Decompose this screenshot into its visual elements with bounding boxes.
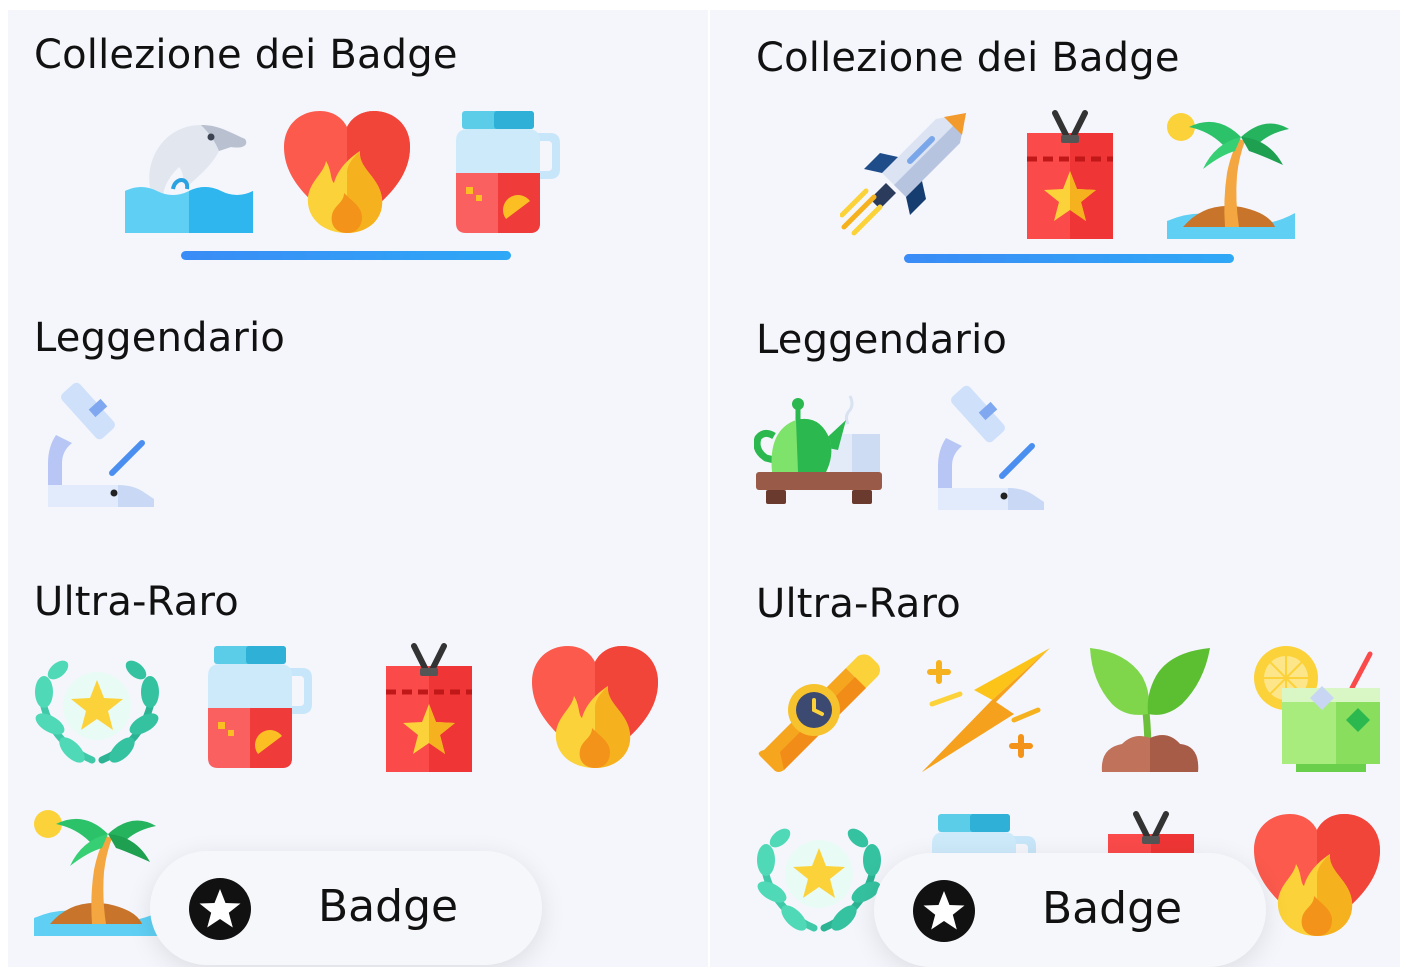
- microscope-icon[interactable]: [930, 380, 1060, 510]
- dolphin-icon[interactable]: [123, 107, 253, 237]
- teapot-icon[interactable]: [754, 380, 884, 510]
- laurel-star-icon[interactable]: [754, 810, 884, 940]
- watch-icon[interactable]: [754, 644, 884, 774]
- heart-flame-icon[interactable]: [282, 107, 412, 237]
- badge-nav-button[interactable]: Badge: [874, 853, 1266, 967]
- id-badge-icon[interactable]: [1005, 109, 1135, 239]
- juice-jar-icon[interactable]: [444, 107, 574, 237]
- section-title-legendary: Leggendario: [34, 315, 286, 361]
- badge-nav-button[interactable]: Badge: [150, 851, 542, 965]
- star-circle-icon: [912, 879, 976, 943]
- star-circle-icon: [188, 877, 252, 941]
- juice-jar-icon[interactable]: [196, 642, 326, 772]
- collection-title: Collezione dei Badge: [756, 35, 1180, 81]
- lemonade-icon[interactable]: [1252, 644, 1382, 774]
- collection-scroll-indicator: [904, 254, 1234, 263]
- id-badge-icon[interactable]: [364, 642, 494, 772]
- collection-title: Collezione dei Badge: [34, 32, 458, 78]
- lightning-icon[interactable]: [920, 644, 1050, 774]
- badge-nav-label: Badge: [318, 881, 459, 932]
- section-title-ultra-rare: Ultra-Raro: [34, 579, 239, 625]
- collection-scroll-indicator: [181, 251, 511, 260]
- palm-island-icon[interactable]: [1165, 109, 1295, 239]
- palm-island-icon[interactable]: [32, 806, 162, 936]
- section-title-ultra-rare: Ultra-Raro: [756, 581, 961, 627]
- badge-screen-right: Collezione dei Badge Leggendario Ultra-R…: [710, 10, 1400, 967]
- microscope-icon[interactable]: [40, 377, 170, 507]
- laurel-star-icon[interactable]: [32, 642, 162, 772]
- badge-nav-label: Badge: [1042, 883, 1183, 934]
- heart-flame-icon[interactable]: [530, 642, 660, 772]
- sprout-icon[interactable]: [1086, 644, 1216, 774]
- heart-flame-icon[interactable]: [1252, 810, 1382, 940]
- rocket-icon[interactable]: [840, 109, 970, 239]
- section-title-legendary: Leggendario: [756, 317, 1008, 363]
- badge-screen-left: Collezione dei Badge Leggendario Ultra-R…: [8, 10, 708, 967]
